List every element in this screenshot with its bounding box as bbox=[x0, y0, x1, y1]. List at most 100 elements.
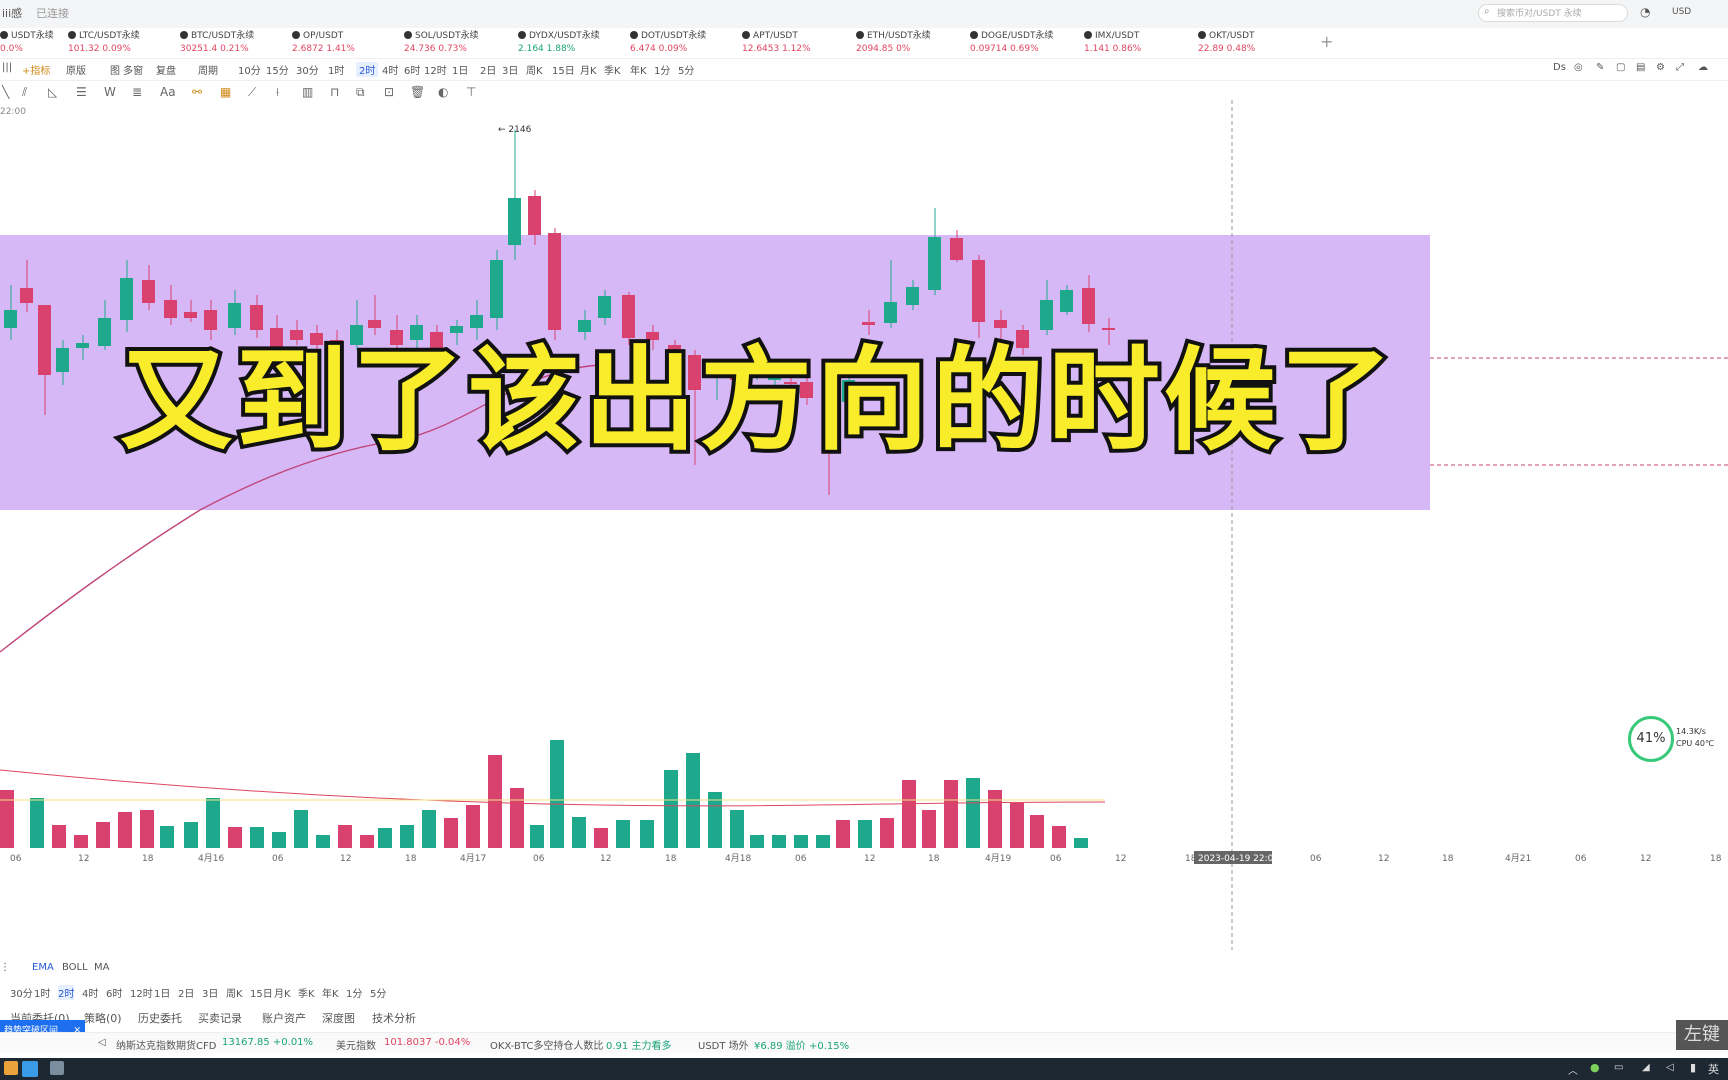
indicator-menu-icon[interactable]: ⋮ bbox=[0, 962, 10, 973]
text-tool-icon[interactable]: Aa bbox=[160, 85, 176, 99]
add-ticker-icon[interactable]: + bbox=[1320, 32, 1333, 51]
toolbar-item[interactable]: 1分 bbox=[654, 62, 670, 77]
eye-icon[interactable]: ◐ bbox=[438, 85, 448, 99]
toolbar-item[interactable]: 周K bbox=[526, 62, 543, 77]
toolbar-item[interactable]: 季K bbox=[604, 62, 621, 77]
candle[interactable] bbox=[470, 315, 483, 328]
ticker-item[interactable]: OKT/USDT 22.89 0.48% bbox=[1198, 30, 1308, 56]
candlestick-chart[interactable]: 22:00 ← 2146 06 12 18 4月16 06 12 18 4月17 06 12 18 4… bbox=[0, 100, 1728, 950]
tray-network-icon[interactable]: ▭ bbox=[1614, 1062, 1623, 1073]
ticker-item[interactable]: DOGE/USDT永续 0.09714 0.69% bbox=[970, 30, 1080, 56]
tray-wifi-icon[interactable]: ◢ bbox=[1642, 1062, 1650, 1073]
candle[interactable] bbox=[528, 196, 541, 235]
grid-icon[interactable]: ▦ bbox=[220, 85, 231, 99]
candle[interactable] bbox=[184, 312, 197, 318]
indicator-ma[interactable]: MA bbox=[94, 962, 109, 973]
candle[interactable] bbox=[906, 287, 919, 305]
fullscreen-icon[interactable]: ⤢ bbox=[1676, 62, 1684, 73]
ticker-item[interactable]: DOT/USDT永续 6.474 0.09% bbox=[630, 30, 740, 56]
bottom-timeframe-item[interactable]: 季K bbox=[298, 985, 315, 1000]
toolbar-item[interactable]: 10分 bbox=[238, 62, 261, 77]
indicator-ema[interactable]: EMA bbox=[32, 962, 54, 973]
candle[interactable] bbox=[142, 280, 155, 303]
ticker-item[interactable]: OP/USDT 2.6872 1.41% bbox=[292, 30, 402, 56]
toolbar-item[interactable]: 5分 bbox=[678, 62, 694, 77]
ticker-item[interactable]: SOL/USDT永续 24.736 0.73% bbox=[404, 30, 514, 56]
candle[interactable] bbox=[368, 320, 381, 328]
bell-icon[interactable]: ◔ bbox=[1640, 5, 1650, 19]
bottom-timeframe-item[interactable]: 月K bbox=[274, 985, 291, 1000]
indicator-button[interactable]: +指标 bbox=[22, 62, 50, 77]
ticker-item[interactable]: BTC/USDT永续 30251.4 0.21% bbox=[180, 30, 290, 56]
pen-icon[interactable]: ✎ bbox=[1596, 62, 1604, 73]
toolbar-item[interactable]: 4时 bbox=[382, 62, 398, 77]
tray-chevron-icon[interactable]: ︿ bbox=[1568, 1062, 1578, 1077]
candle[interactable] bbox=[250, 305, 263, 330]
candle[interactable] bbox=[578, 320, 591, 332]
menu-icon[interactable]: ||| bbox=[2, 62, 12, 73]
toolbar-item[interactable]: 30分 bbox=[296, 62, 319, 77]
candle[interactable] bbox=[994, 320, 1007, 328]
layout-icon[interactable]: ▤ bbox=[1636, 62, 1645, 73]
measure-icon[interactable]: ⟊ bbox=[276, 85, 279, 100]
wave-tool-icon[interactable]: W bbox=[104, 85, 116, 99]
toolbar-item[interactable]: 年K bbox=[630, 62, 647, 77]
candle[interactable] bbox=[548, 233, 561, 330]
toolbar-item[interactable]: 12时 bbox=[424, 62, 447, 77]
line-tool-icon[interactable]: ╲ bbox=[2, 85, 9, 99]
bottom-timeframe-item[interactable]: 年K bbox=[322, 985, 339, 1000]
copy-icon[interactable]: ⧉ bbox=[356, 85, 365, 100]
toolbar-item[interactable]: 月K bbox=[580, 62, 597, 77]
toolbar-item[interactable]: 周期 bbox=[198, 62, 218, 77]
candle[interactable] bbox=[622, 295, 635, 338]
angle-tool-icon[interactable]: ◺ bbox=[48, 85, 57, 99]
edit-icon[interactable]: ⊡ bbox=[384, 85, 394, 99]
toolbar-item[interactable]: 3日 bbox=[502, 62, 518, 77]
candle[interactable] bbox=[490, 260, 503, 318]
candle[interactable] bbox=[164, 300, 177, 318]
candle[interactable] bbox=[598, 296, 611, 318]
settings-label[interactable]: Ds bbox=[1553, 62, 1566, 73]
toolbar-item[interactable]: 1日 bbox=[452, 62, 468, 77]
candle[interactable] bbox=[862, 322, 875, 325]
lock-icon[interactable]: ⊓ bbox=[330, 85, 339, 99]
bottom-tab[interactable]: 技术分析 bbox=[372, 1010, 416, 1026]
bottom-timeframe-item[interactable]: 5分 bbox=[370, 985, 386, 1000]
app-icon-3[interactable] bbox=[50, 1061, 64, 1075]
toolbar-item[interactable]: 原版 bbox=[66, 62, 86, 77]
fib-tool-icon[interactable]: ≣ bbox=[132, 85, 142, 99]
candle[interactable] bbox=[204, 310, 217, 330]
ticker-item[interactable]: IMX/USDT 1.141 0.86% bbox=[1084, 30, 1194, 56]
candle[interactable] bbox=[1102, 328, 1115, 330]
toolbar-item[interactable]: 复盘 bbox=[156, 62, 176, 77]
bottom-timeframe-item[interactable]: 3日 bbox=[202, 985, 218, 1000]
tray-app-icon[interactable]: ● bbox=[1590, 1061, 1600, 1074]
gear-icon[interactable]: ⚙ bbox=[1656, 62, 1665, 73]
toolbar-item[interactable]: 15分 bbox=[266, 62, 289, 77]
candle[interactable] bbox=[972, 260, 985, 322]
toolbar-item[interactable]: 2时 bbox=[356, 62, 379, 77]
ticker-item[interactable]: DYDX/USDT永续 2.164 1.88% bbox=[518, 30, 628, 56]
candle[interactable] bbox=[98, 318, 111, 346]
toolbar-item[interactable]: 6时 bbox=[404, 62, 420, 77]
bottom-timeframe-item[interactable]: 30分 bbox=[10, 985, 33, 1000]
candle[interactable] bbox=[928, 237, 941, 290]
candle[interactable] bbox=[1082, 288, 1095, 324]
tray-volume-icon[interactable]: ◁ bbox=[1666, 1062, 1674, 1073]
bottom-timeframe-item[interactable]: 2日 bbox=[178, 985, 194, 1000]
camera-icon[interactable]: ◎ bbox=[1574, 62, 1583, 73]
tab-connection[interactable]: 已连接 bbox=[36, 5, 69, 21]
tray-ime-label[interactable]: 英 bbox=[1708, 1061, 1719, 1077]
bars-icon[interactable]: ▥ bbox=[302, 85, 313, 99]
bottom-timeframe-item[interactable]: 12时 bbox=[130, 985, 153, 1000]
bottom-timeframe-item[interactable]: 1时 bbox=[34, 985, 50, 1000]
cloud-icon[interactable]: ☁ bbox=[1698, 62, 1708, 73]
candle[interactable] bbox=[884, 302, 897, 323]
candle[interactable] bbox=[950, 238, 963, 260]
indicator-boll[interactable]: BOLL bbox=[62, 962, 88, 973]
candle[interactable] bbox=[1060, 290, 1073, 312]
window-icon[interactable]: ▢ bbox=[1616, 62, 1625, 73]
bottom-timeframe-item[interactable]: 15日 bbox=[250, 985, 273, 1000]
candle[interactable] bbox=[76, 343, 89, 348]
candle[interactable] bbox=[4, 310, 17, 328]
